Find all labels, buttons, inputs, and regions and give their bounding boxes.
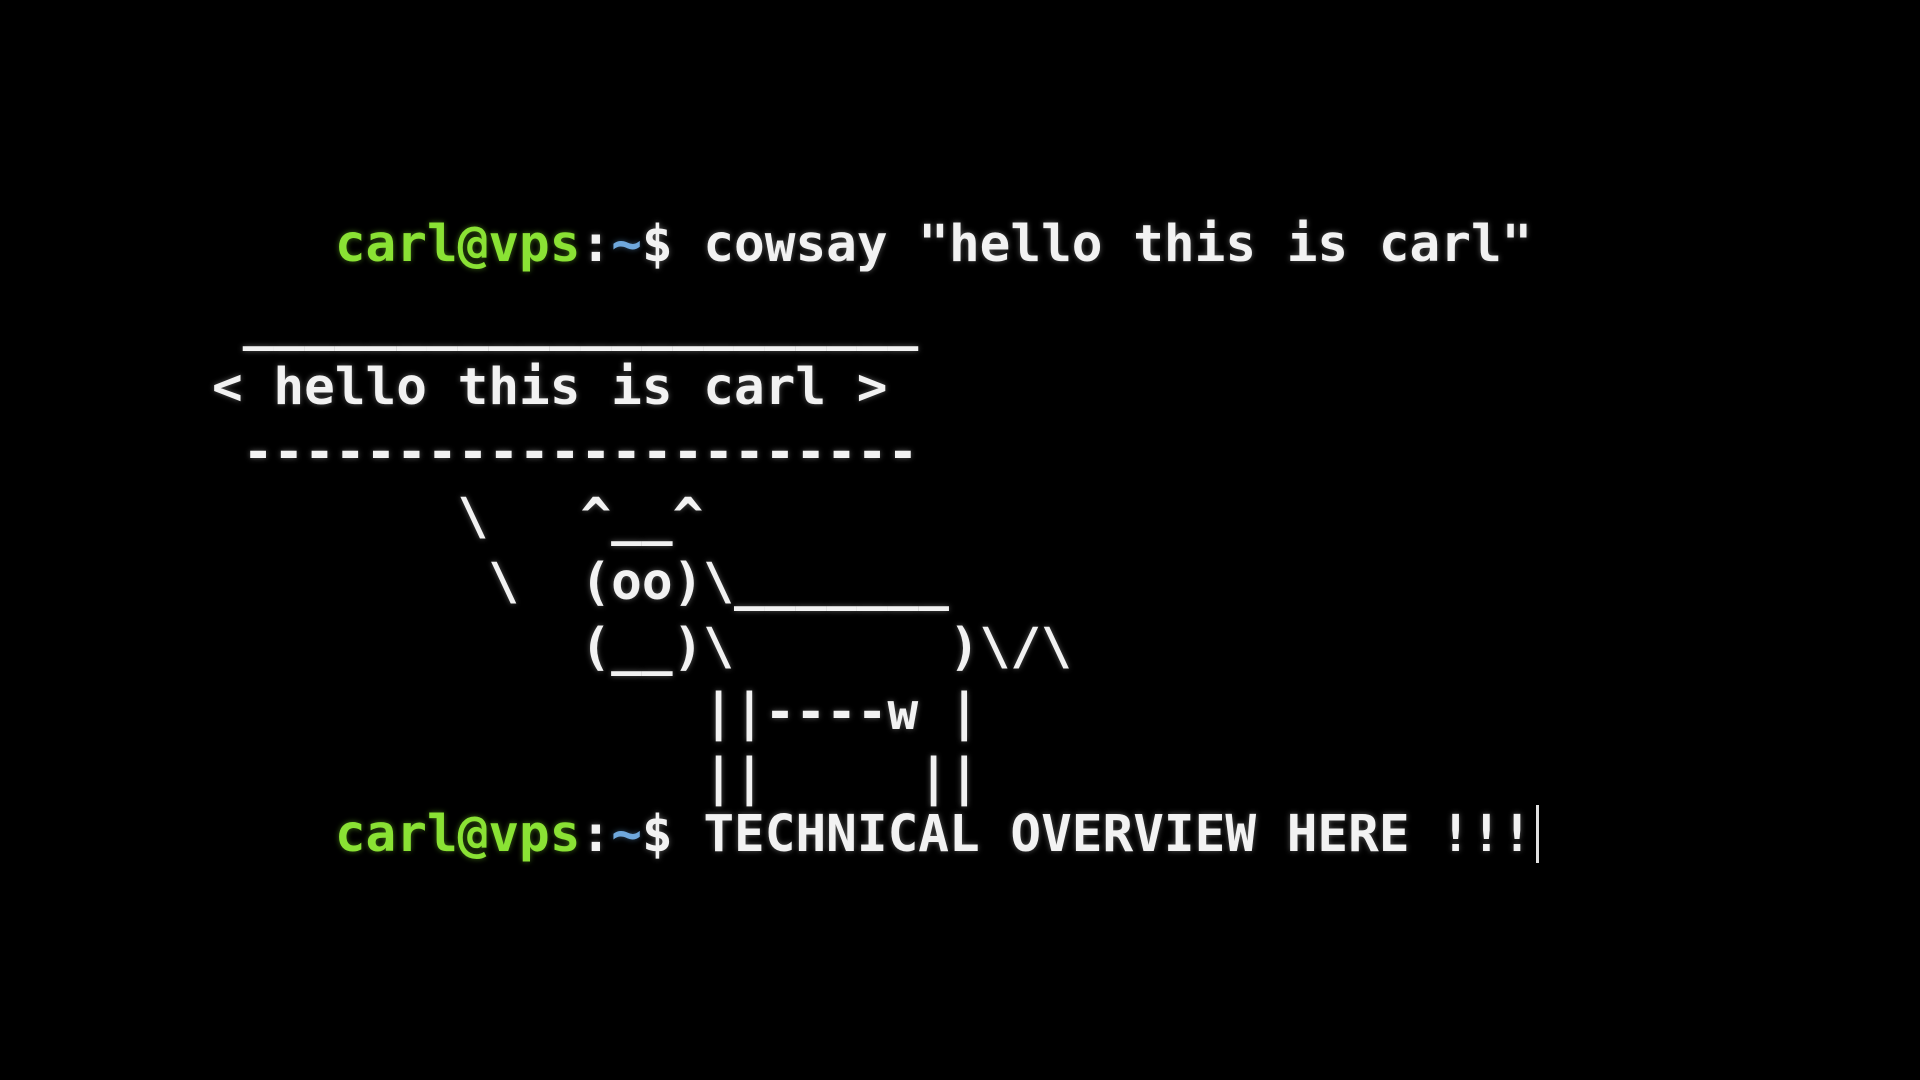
speech-bubble-bottom: ---------------------- <box>212 423 919 482</box>
prompt-symbol: $ <box>641 805 673 864</box>
prompt-colon: : <box>580 805 612 864</box>
text-cursor <box>1536 805 1540 863</box>
cow-line-2: \ (oo)\_______ <box>212 553 949 612</box>
speech-bubble-top: ______________________ <box>212 293 919 352</box>
command-line-2[interactable]: carl@vps:~$ TECHNICAL OVERVIEW HERE !!! <box>212 745 1540 925</box>
command-input-text[interactable]: TECHNICAL OVERVIEW HERE !!! <box>703 805 1532 864</box>
prompt-path: ~ <box>611 805 642 864</box>
cow-line-4: ||----w | <box>212 683 980 742</box>
cow-line-3: (__)\ )\/\ <box>212 618 1072 677</box>
speech-bubble-text: < hello this is carl > <box>212 358 888 417</box>
terminal-window[interactable]: carl@vps:~$ cowsay "hello this is carl" … <box>0 0 1920 1080</box>
prompt-user-host: carl@vps <box>334 805 581 864</box>
cow-line-1: \ ^__^ <box>212 488 704 547</box>
